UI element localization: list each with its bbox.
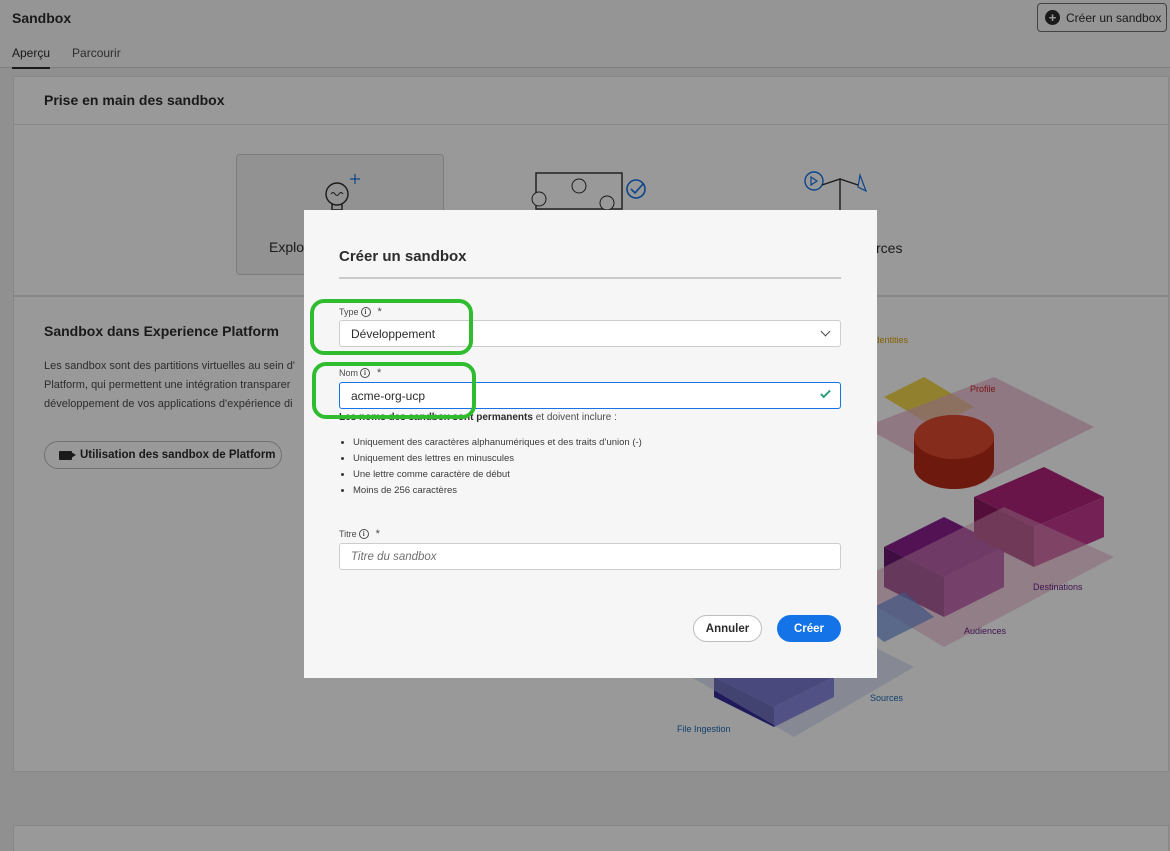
dialog-title: Créer un sandbox <box>339 248 467 265</box>
list-item: Une lettre comme caractère de début <box>353 467 642 483</box>
type-field-highlight <box>310 299 473 355</box>
info-icon[interactable]: i <box>358 529 369 539</box>
create-button[interactable]: Créer <box>777 615 841 642</box>
list-item: Moins de 256 caractères <box>353 483 642 499</box>
title-input-placeholder: Titre du sandbox <box>351 550 437 563</box>
title-label-text: Titre <box>339 529 357 539</box>
required-mark: * <box>375 528 380 540</box>
help-rest: et doivent inclure : <box>532 412 617 423</box>
chevron-down-icon <box>820 326 831 337</box>
dialog-divider <box>339 277 841 279</box>
cancel-button[interactable]: Annuler <box>693 615 762 642</box>
name-field-highlight <box>312 362 476 419</box>
checkmark-icon <box>820 387 831 399</box>
name-rules-list: Uniquement des caractères alphanumérique… <box>353 435 642 499</box>
title-input[interactable]: Titre du sandbox <box>339 543 841 570</box>
title-label: Titre i * <box>339 528 380 540</box>
create-sandbox-dialog: Créer un sandbox Type i * Développement … <box>304 210 877 678</box>
list-item: Uniquement des caractères alphanumérique… <box>353 435 642 451</box>
list-item: Uniquement des lettres en minuscules <box>353 451 642 467</box>
